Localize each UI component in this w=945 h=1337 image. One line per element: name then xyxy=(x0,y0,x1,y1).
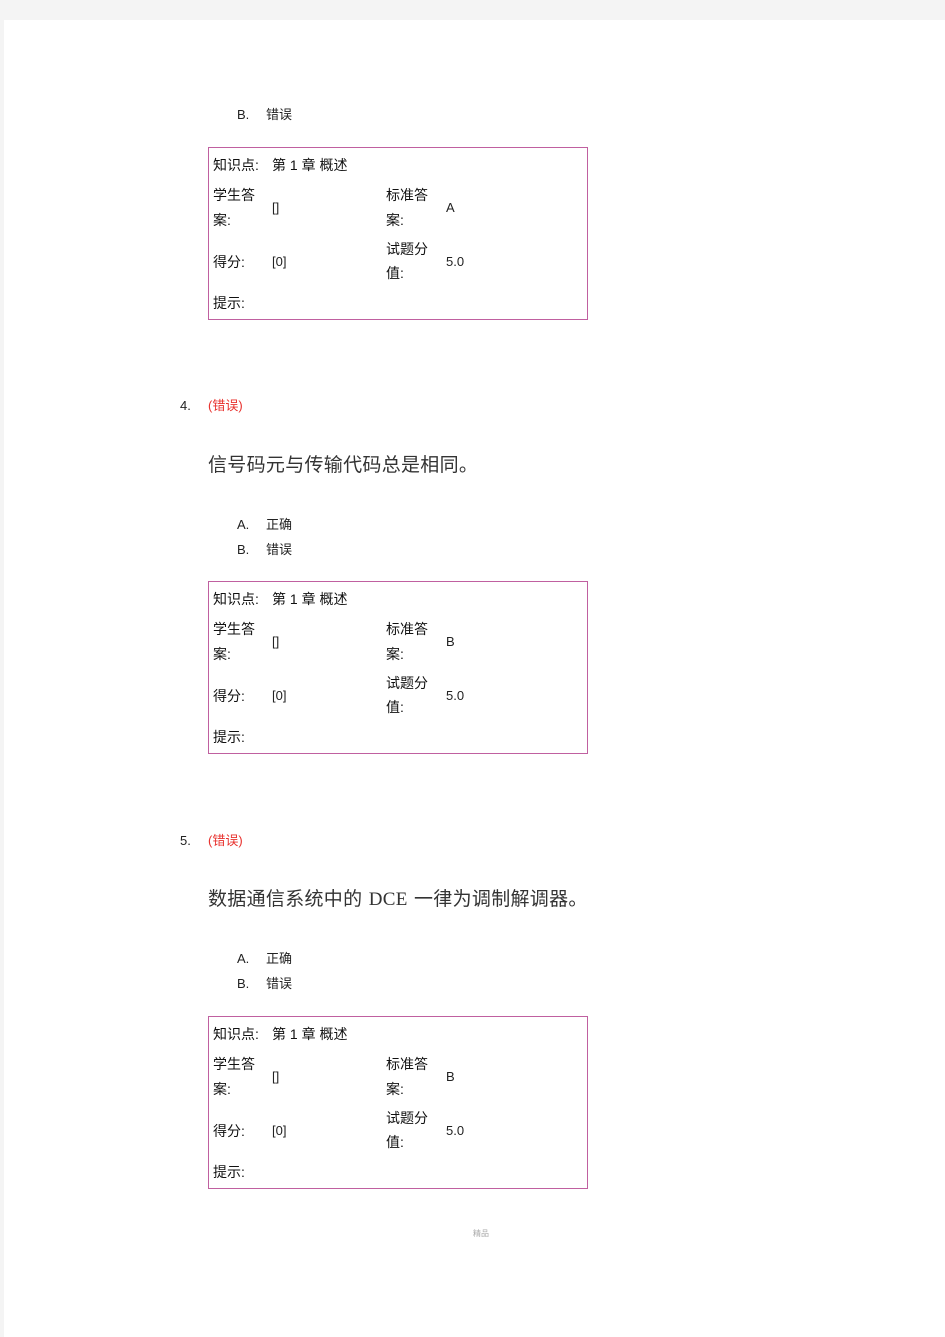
option-letter: B. xyxy=(237,107,250,122)
score-value: [0] xyxy=(272,1123,287,1138)
question-text-term: DCE xyxy=(368,889,408,910)
points-value: 5.0 xyxy=(446,1123,465,1138)
standard-answer-label: 标准答 xyxy=(386,187,428,203)
option-b: B. 错误 xyxy=(237,973,292,992)
standard-answer-value: A xyxy=(446,200,455,215)
student-answer-value: [] xyxy=(272,634,280,649)
question-header: 5. (错误) xyxy=(180,830,243,849)
standard-answer-value: B xyxy=(446,1069,455,1084)
hint-label: 提示: xyxy=(213,295,245,311)
footer-watermark: 精品 xyxy=(473,1229,489,1238)
option-text: 正确 xyxy=(266,517,293,532)
question-header: 4. (错误) xyxy=(180,395,243,414)
option-b: B. 错误 xyxy=(237,539,292,558)
hint-label: 提示: xyxy=(213,729,245,745)
question-info-box: 知识点: 第 1 章 概述 学生答 案: [] 标准答 案: B 得分: [0]… xyxy=(208,581,588,754)
question-number: 5. xyxy=(180,833,191,848)
question-info-box: 知识点: 第 1 章 概述 学生答 案: [] 标准答 案: B 得分: [0]… xyxy=(208,1016,588,1189)
points-label: 试题分 xyxy=(386,241,428,257)
option-text: 正确 xyxy=(266,951,293,966)
question-text-part: 数据通信系统中的 xyxy=(208,888,369,910)
points-label-cont: 值: xyxy=(386,1134,404,1150)
question-status: (错误) xyxy=(208,833,243,848)
standard-answer-label-cont: 案: xyxy=(386,646,404,662)
score-value: [0] xyxy=(272,688,287,703)
standard-answer-value: B xyxy=(446,634,455,649)
question-text: 数据通信系统中的 DCE 一律为调制解调器。 xyxy=(208,884,588,911)
hint-label: 提示: xyxy=(213,1164,245,1180)
option-letter: B. xyxy=(237,976,250,991)
question-status: (错误) xyxy=(208,398,243,413)
standard-answer-label: 标准答 xyxy=(386,621,428,637)
option-a: A. 正确 xyxy=(237,948,292,967)
student-answer-label: 学生答 xyxy=(213,1056,255,1072)
option-text: 错误 xyxy=(266,542,293,557)
question-text-part: 一律为调制解调器。 xyxy=(407,888,588,910)
points-label-cont: 值: xyxy=(386,699,404,715)
knowledge-value: 第 1 章 概述 xyxy=(272,591,348,607)
score-value: [0] xyxy=(272,254,287,269)
option-text: 错误 xyxy=(266,976,293,991)
option-b: B. 错误 xyxy=(237,104,292,123)
student-answer-label-cont: 案: xyxy=(213,646,231,662)
option-letter: A. xyxy=(237,951,250,966)
knowledge-value: 第 1 章 概述 xyxy=(272,1026,348,1042)
points-label: 试题分 xyxy=(386,675,428,691)
score-label: 得分: xyxy=(213,688,245,704)
student-answer-label: 学生答 xyxy=(213,621,255,637)
points-label: 试题分 xyxy=(386,1110,428,1126)
student-answer-label: 学生答 xyxy=(213,187,255,203)
score-label: 得分: xyxy=(213,254,245,270)
student-answer-label-cont: 案: xyxy=(213,1081,231,1097)
points-value: 5.0 xyxy=(446,254,465,269)
points-label-cont: 值: xyxy=(386,265,404,281)
student-answer-label-cont: 案: xyxy=(213,212,231,228)
option-letter: A. xyxy=(237,517,250,532)
knowledge-label: 知识点: xyxy=(213,591,259,607)
points-value: 5.0 xyxy=(446,688,465,703)
option-a: A. 正确 xyxy=(237,514,292,533)
standard-answer-label: 标准答 xyxy=(386,1056,428,1072)
knowledge-label: 知识点: xyxy=(213,1026,259,1042)
question-text: 信号码元与传输代码总是相同。 xyxy=(208,454,479,476)
question-number: 4. xyxy=(180,398,191,413)
student-answer-value: [] xyxy=(272,1069,280,1084)
score-label: 得分: xyxy=(213,1123,245,1139)
question-info-box: 知识点: 第 1 章 概述 学生答 案: [] 标准答 案: A 得分: [0]… xyxy=(208,147,588,320)
standard-answer-label-cont: 案: xyxy=(386,1081,404,1097)
standard-answer-label-cont: 案: xyxy=(386,212,404,228)
option-letter: B. xyxy=(237,542,250,557)
knowledge-value: 第 1 章 概述 xyxy=(272,157,348,173)
option-text: 错误 xyxy=(266,107,293,122)
student-answer-value: [] xyxy=(272,200,280,215)
knowledge-label: 知识点: xyxy=(213,157,259,173)
